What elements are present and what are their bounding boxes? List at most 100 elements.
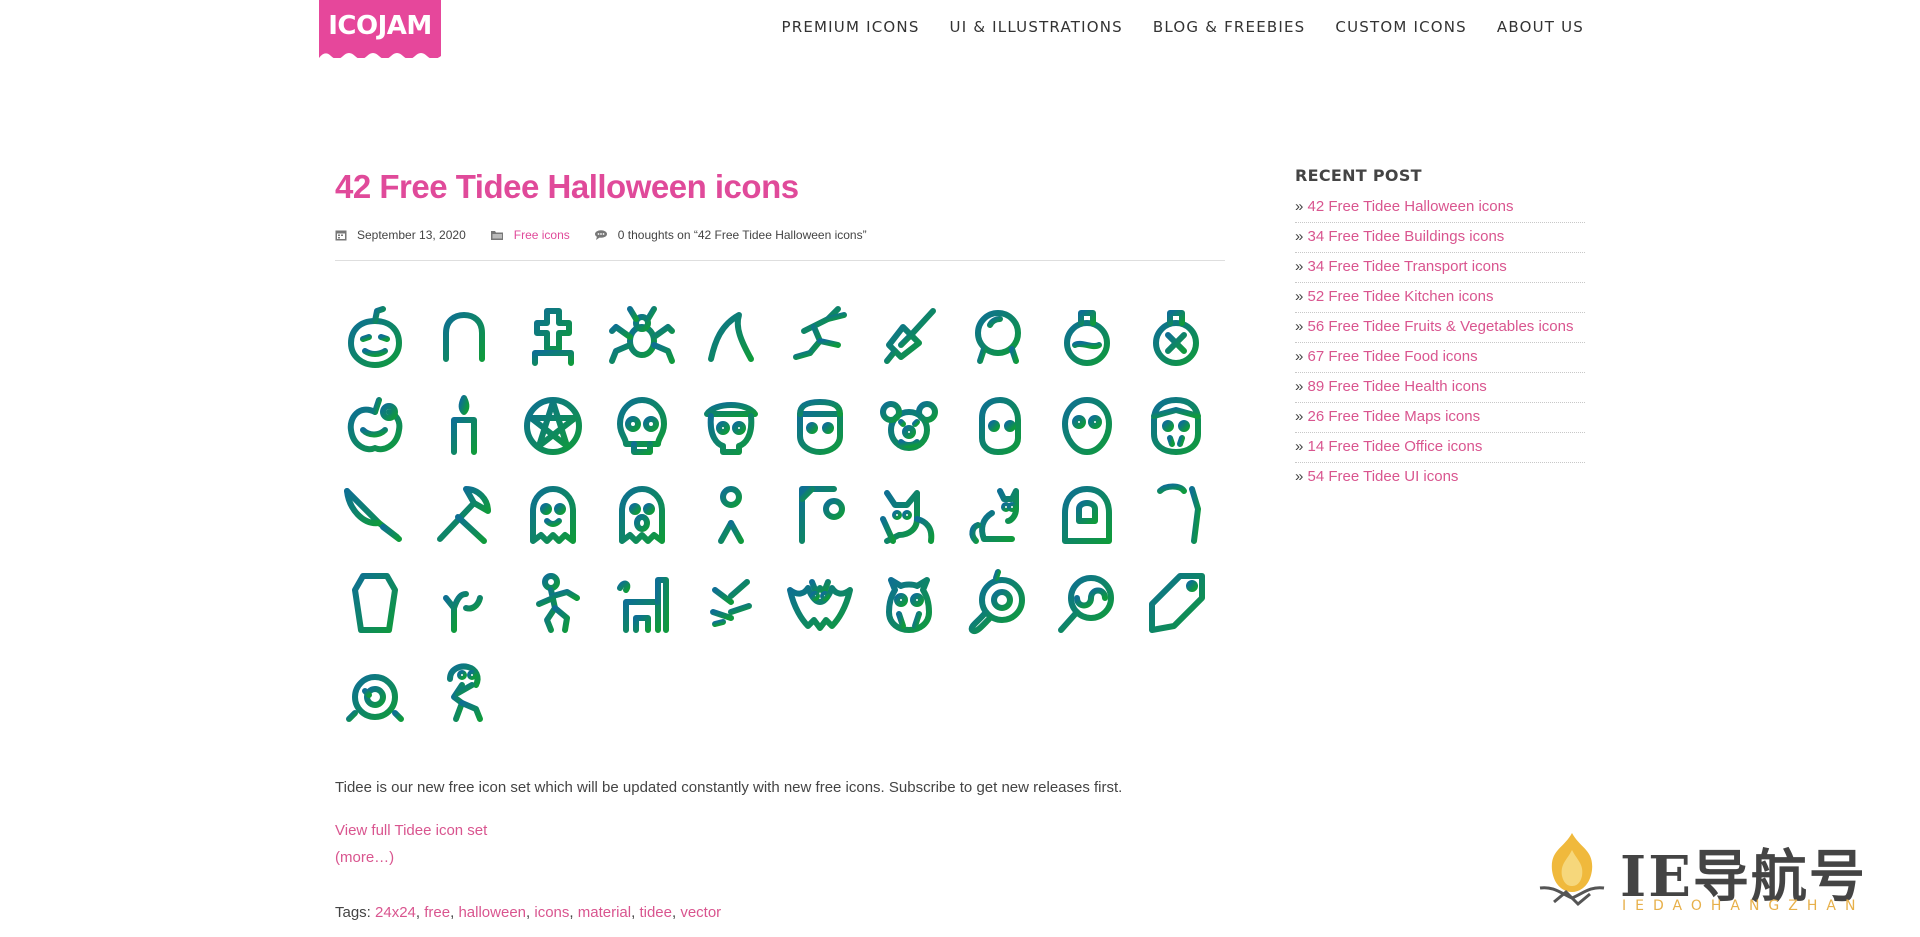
halloween-icon-grid xyxy=(339,301,1225,729)
recent-post-link[interactable]: 42 Free Tidee Halloween icons xyxy=(1308,198,1514,215)
tag-link[interactable]: icons xyxy=(534,904,569,921)
icon-cell[interactable] xyxy=(339,390,411,462)
icon-cell[interactable] xyxy=(784,479,856,551)
icon-cell[interactable] xyxy=(428,568,500,640)
icon-cell[interactable] xyxy=(962,301,1034,373)
recent-post-link[interactable]: 89 Free Tidee Health icons xyxy=(1308,378,1487,395)
tag-link[interactable]: tidee xyxy=(639,904,672,921)
icon-cell[interactable] xyxy=(428,657,500,729)
icon-cell[interactable] xyxy=(339,479,411,551)
icon-cell[interactable] xyxy=(606,390,678,462)
eye-target-icon xyxy=(346,664,404,722)
watermark: IE导航号 IEDAOHANGZHAN xyxy=(1532,828,1902,918)
tag-link[interactable]: halloween xyxy=(458,904,526,921)
post-category-link[interactable]: Free icons xyxy=(514,228,570,242)
vampire-icon xyxy=(1151,397,1201,455)
icon-cell[interactable] xyxy=(1140,301,1212,373)
icon-cell[interactable] xyxy=(1140,479,1212,551)
nav-premium-icons[interactable]: PREMIUM ICONS xyxy=(782,18,920,36)
icon-cell[interactable] xyxy=(784,301,856,373)
icon-cell[interactable] xyxy=(873,301,945,373)
tag-link[interactable]: free xyxy=(424,904,450,921)
icon-cell[interactable] xyxy=(784,390,856,462)
icon-cell[interactable] xyxy=(606,479,678,551)
nav-about-us[interactable]: ABOUT US xyxy=(1497,18,1584,36)
icon-cell[interactable] xyxy=(784,568,856,640)
icon-cell[interactable] xyxy=(695,479,767,551)
icon-cell[interactable] xyxy=(962,568,1034,640)
ghost-icon xyxy=(530,486,576,544)
potion-round-icon xyxy=(1064,310,1110,366)
view-icon-set-link[interactable]: View full Tidee icon set xyxy=(335,822,487,839)
icon-cell[interactable] xyxy=(428,301,500,373)
meta-date: September 13, 2020 xyxy=(335,228,466,242)
recent-post-link[interactable]: 67 Free Tidee Food icons xyxy=(1308,348,1478,365)
tags-label: Tags: xyxy=(335,904,371,921)
recent-post-bullet: » xyxy=(1295,348,1308,365)
tag-link[interactable]: material xyxy=(578,904,631,921)
tag-link[interactable]: 24x24 xyxy=(375,904,416,921)
flame-handshake-logo xyxy=(1539,833,1605,907)
icon-cell[interactable] xyxy=(873,390,945,462)
recent-post-link[interactable]: 14 Free Tidee Office icons xyxy=(1308,438,1483,455)
icon-cell[interactable] xyxy=(606,568,678,640)
nav-ui-illustrations[interactable]: UI & ILLUSTRATIONS xyxy=(950,18,1123,36)
folder-icon xyxy=(490,231,503,240)
icon-cell[interactable] xyxy=(695,568,767,640)
icon-cell[interactable] xyxy=(428,479,500,551)
sitting-cat-icon xyxy=(969,488,1019,544)
candle-icon xyxy=(443,395,485,455)
icon-cell[interactable] xyxy=(517,390,589,462)
post-meta: September 13, 2020 Free icons 0 thoughts… xyxy=(335,228,1225,261)
zombie-face-icon xyxy=(979,397,1021,455)
icon-cell[interactable] xyxy=(339,301,411,373)
read-more-link[interactable]: (more…) xyxy=(335,849,394,866)
recent-post-item: » 52 Free Tidee Kitchen icons xyxy=(1295,283,1585,313)
post-comments[interactable]: 0 thoughts on “42 Free Tidee Halloween i… xyxy=(618,228,867,242)
recent-post-link[interactable]: 52 Free Tidee Kitchen icons xyxy=(1308,288,1494,305)
recent-post-link[interactable]: 34 Free Tidee Buildings icons xyxy=(1308,228,1505,245)
icon-cell[interactable] xyxy=(517,568,589,640)
recent-post-item: » 56 Free Tidee Fruits & Vegetables icon… xyxy=(1295,313,1585,343)
icon-cell[interactable] xyxy=(606,301,678,373)
icon-cell[interactable] xyxy=(517,301,589,373)
tag-link[interactable]: vector xyxy=(680,904,721,921)
icojam-logo[interactable]: ICOJAM xyxy=(319,0,441,58)
bloody-knife-icon xyxy=(344,488,402,544)
icon-cell[interactable] xyxy=(695,390,767,462)
icon-cell[interactable] xyxy=(1051,479,1123,551)
icon-cell[interactable] xyxy=(428,390,500,462)
icon-cell[interactable] xyxy=(1140,568,1212,640)
pirate-skull-icon xyxy=(704,402,758,455)
scared-ghost-icon xyxy=(619,486,665,544)
pumpkin-icon xyxy=(348,306,402,368)
icon-cell[interactable] xyxy=(873,479,945,551)
icon-cell[interactable] xyxy=(962,479,1034,551)
icon-cell[interactable] xyxy=(1051,390,1123,462)
broom-icon xyxy=(884,308,936,364)
recent-post-bullet: » xyxy=(1295,258,1308,275)
recent-post-list: » 42 Free Tidee Halloween icons » 34 Free… xyxy=(1295,193,1585,492)
icon-cell[interactable] xyxy=(339,568,411,640)
meta-comments: 0 thoughts on “42 Free Tidee Halloween i… xyxy=(594,228,867,242)
icon-cell[interactable] xyxy=(873,568,945,640)
icon-cell[interactable] xyxy=(339,657,411,729)
post-description: Tidee is our new free icon set which wil… xyxy=(335,779,1123,796)
icon-cell[interactable] xyxy=(1051,301,1123,373)
recent-post-link[interactable]: 26 Free Tidee Maps icons xyxy=(1308,408,1481,425)
recent-post-bullet: » xyxy=(1295,408,1308,425)
sidebar: RECENT POST » 42 Free Tidee Halloween ic… xyxy=(1295,166,1585,492)
icon-cell[interactable] xyxy=(517,479,589,551)
icon-cell[interactable] xyxy=(695,301,767,373)
lollipop-icon xyxy=(1058,575,1114,633)
recent-post-link[interactable]: 54 Free Tidee UI icons xyxy=(1308,468,1459,485)
icon-cell[interactable] xyxy=(962,390,1034,462)
nav-custom-icons[interactable]: CUSTOM ICONS xyxy=(1335,18,1467,36)
post-title[interactable]: 42 Free Tidee Halloween icons xyxy=(335,168,1225,206)
icon-cell[interactable] xyxy=(1051,568,1123,640)
nav-blog-freebies[interactable]: BLOG & FREEBIES xyxy=(1153,18,1306,36)
recent-post-link[interactable]: 56 Free Tidee Fruits & Vegetables icons xyxy=(1308,318,1574,335)
icon-cell[interactable] xyxy=(1140,390,1212,462)
recent-post-link[interactable]: 34 Free Tidee Transport icons xyxy=(1308,258,1507,275)
recent-post-item: » 89 Free Tidee Health icons xyxy=(1295,373,1585,403)
